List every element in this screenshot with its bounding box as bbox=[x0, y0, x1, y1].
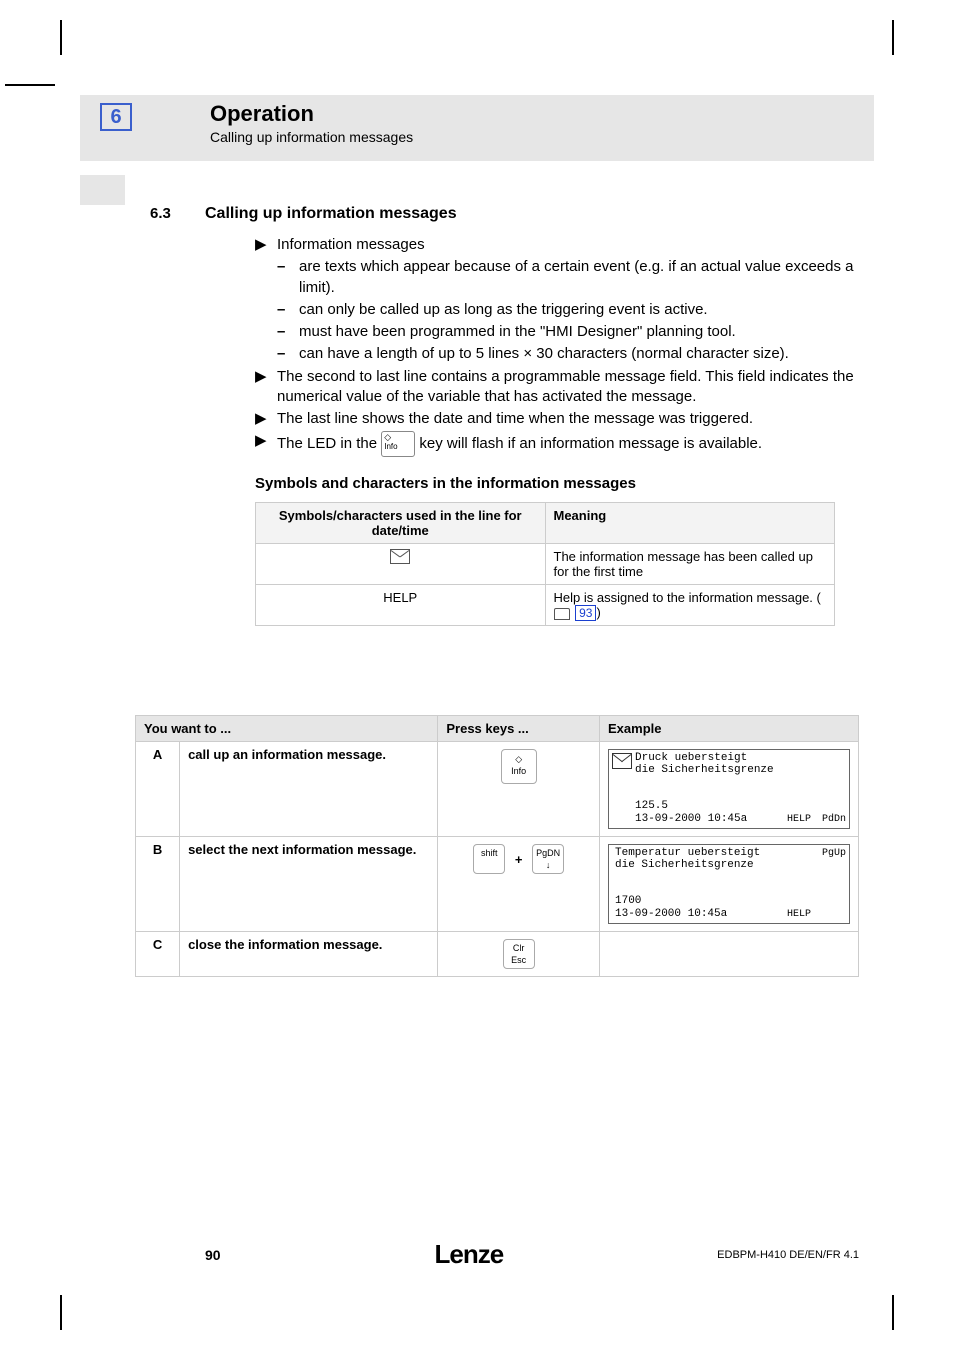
step-action: select the next information message. bbox=[180, 837, 438, 932]
bullet-text: are texts which appear because of a cert… bbox=[299, 257, 859, 298]
step-action: close the information message. bbox=[180, 932, 438, 977]
page-number: 90 bbox=[205, 1247, 221, 1263]
pgdn-key-icon: PgDN↓ bbox=[532, 844, 564, 874]
bullet-list: ▶Information messages –are texts which a… bbox=[255, 235, 859, 457]
crop-mark bbox=[60, 1295, 62, 1330]
content-area: 6.3 Calling up information messages ▶Inf… bbox=[205, 205, 859, 626]
chapter-number[interactable]: 6 bbox=[100, 103, 132, 131]
table-cell: The information message has been called … bbox=[545, 544, 835, 585]
lcd-line: 1700 bbox=[615, 895, 641, 907]
lcd-line: Druck uebersteigt bbox=[635, 752, 747, 764]
lcd-help: HELP bbox=[787, 814, 811, 825]
lcd-corner: PgUp bbox=[822, 848, 846, 859]
envelope-icon bbox=[612, 753, 632, 769]
lcd-display: Temperatur uebersteigt die Sicherheitsgr… bbox=[608, 844, 850, 924]
bullet-text: can only be called up as long as the tri… bbox=[299, 300, 708, 320]
shift-key-icon: shift bbox=[473, 844, 505, 874]
dash-icon: – bbox=[277, 322, 289, 342]
lcd-line: die Sicherheitsgrenze bbox=[635, 764, 774, 776]
lcd-display: Druck uebersteigt die Sicherheitsgrenze … bbox=[608, 749, 850, 829]
dash-icon: – bbox=[277, 344, 289, 364]
bullet-text: The second to last line contains a progr… bbox=[277, 367, 859, 408]
table-cell bbox=[256, 544, 546, 585]
lcd-corner: PdDn bbox=[822, 814, 846, 825]
side-tab bbox=[80, 175, 125, 205]
step-action: call up an information message. bbox=[180, 742, 438, 837]
envelope-icon bbox=[390, 549, 410, 564]
lcd-line: 13-09-2000 10:45a bbox=[635, 813, 747, 825]
crop-mark bbox=[892, 1295, 894, 1330]
crop-mark bbox=[892, 20, 894, 55]
table-cell: HELP bbox=[256, 585, 546, 626]
bullet-text: The LED in the ◇Info key will flash if a… bbox=[277, 431, 762, 457]
crop-mark bbox=[60, 20, 62, 55]
dash-icon: – bbox=[277, 300, 289, 320]
bullet-text: must have been programmed in the "HMI De… bbox=[299, 322, 736, 342]
step-example: Temperatur uebersteigt die Sicherheitsgr… bbox=[600, 837, 859, 932]
lcd-line: Temperatur uebersteigt bbox=[615, 847, 760, 859]
page-footer: 90 Lenze EDBPM-H410 DE/EN/FR 4.1 bbox=[205, 1239, 859, 1270]
bullet-text: The last line shows the date and time wh… bbox=[277, 409, 753, 429]
step-id: B bbox=[136, 837, 180, 932]
table-header: Symbols/characters used in the line for … bbox=[256, 503, 546, 544]
lcd-line: 125.5 bbox=[635, 800, 668, 812]
clr-esc-key-icon: ClrEsc bbox=[503, 939, 535, 969]
book-icon bbox=[554, 608, 570, 620]
chapter-title: Operation bbox=[210, 101, 413, 127]
lcd-help: HELP bbox=[787, 909, 811, 920]
lcd-line: die Sicherheitsgrenze bbox=[615, 859, 754, 871]
bullet-text: can have a length of up to 5 lines × 30 … bbox=[299, 344, 789, 364]
crop-mark bbox=[5, 84, 55, 86]
chapter-subtitle: Calling up information messages bbox=[210, 129, 413, 145]
page-header: 6 Operation Calling up information messa… bbox=[80, 95, 874, 161]
table-header: Example bbox=[600, 716, 859, 742]
subheading: Symbols and characters in the informatio… bbox=[255, 475, 859, 492]
bullet-text: Information messages bbox=[277, 235, 425, 255]
dash-icon: – bbox=[277, 257, 289, 298]
step-keys: ClrEsc bbox=[438, 932, 600, 977]
info-key-icon: ◇Info bbox=[501, 749, 537, 784]
step-id: A bbox=[136, 742, 180, 837]
section-number: 6.3 bbox=[150, 205, 205, 223]
step-keys: ◇Info bbox=[438, 742, 600, 837]
plus-icon: + bbox=[515, 852, 523, 867]
lenze-logo: Lenze bbox=[435, 1239, 504, 1270]
step-example: Druck uebersteigt die Sicherheitsgrenze … bbox=[600, 742, 859, 837]
info-key-icon: ◇Info bbox=[381, 431, 415, 457]
table-header: You want to ... bbox=[136, 716, 438, 742]
step-id: C bbox=[136, 932, 180, 977]
triangle-icon: ▶ bbox=[255, 431, 267, 457]
steps-section: You want to ... Press keys ... Example A… bbox=[135, 715, 859, 977]
triangle-icon: ▶ bbox=[255, 409, 267, 429]
table-header: Press keys ... bbox=[438, 716, 600, 742]
steps-table: You want to ... Press keys ... Example A… bbox=[135, 715, 859, 977]
page-link[interactable]: 93 bbox=[575, 605, 596, 621]
document-id: EDBPM-H410 DE/EN/FR 4.1 bbox=[717, 1249, 859, 1261]
step-example bbox=[600, 932, 859, 977]
lcd-line: 13-09-2000 10:45a bbox=[615, 908, 727, 920]
triangle-icon: ▶ bbox=[255, 367, 267, 408]
symbols-table: Symbols/characters used in the line for … bbox=[255, 502, 835, 626]
triangle-icon: ▶ bbox=[255, 235, 267, 255]
table-cell: Help is assigned to the information mess… bbox=[545, 585, 835, 626]
table-header: Meaning bbox=[545, 503, 835, 544]
section-title: Calling up information messages bbox=[205, 205, 457, 223]
step-keys: shift + PgDN↓ bbox=[438, 837, 600, 932]
